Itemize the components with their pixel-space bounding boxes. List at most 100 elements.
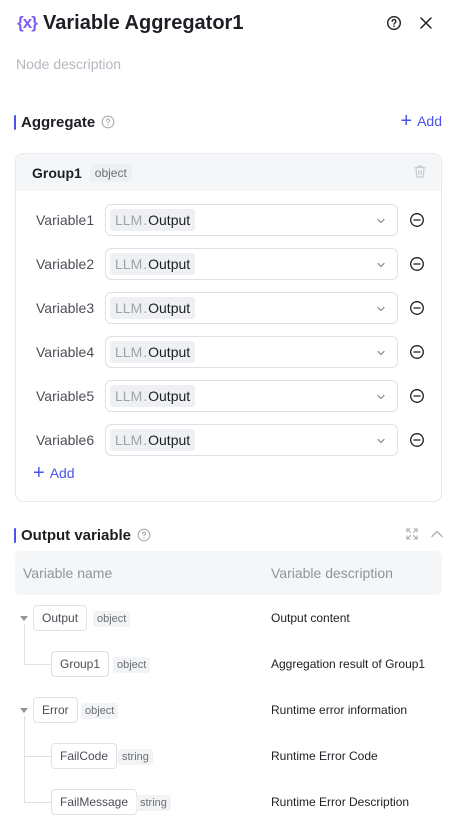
ref-separator: .: [143, 432, 148, 448]
tree-line: [24, 624, 25, 665]
info-icon[interactable]: [101, 115, 115, 129]
tree-line: [24, 802, 51, 803]
ref-separator: .: [143, 212, 148, 228]
add-variable-label: Add: [49, 465, 75, 481]
add-group-label: Add: [417, 113, 442, 129]
variable-label: Variable2: [36, 256, 95, 272]
variable-select[interactable]: LLM. Output: [105, 248, 398, 280]
variable-select[interactable]: LLM. Output: [105, 204, 398, 236]
output-var-name: Output: [33, 605, 88, 631]
column-header-name: Variable name: [23, 565, 113, 581]
chevron-down-icon: [375, 258, 387, 276]
plus-icon: +: [33, 462, 45, 484]
minus-circle-icon[interactable]: [409, 388, 425, 409]
ref-source: LLM: [115, 344, 143, 360]
minus-circle-icon[interactable]: [409, 432, 425, 453]
ref-output: Output: [148, 212, 191, 228]
caret-down-icon[interactable]: [20, 708, 28, 713]
aggregate-title: Aggregate: [21, 113, 96, 131]
variable-label: Variable6: [36, 432, 95, 448]
variable-row: Variable3 LLM. Output: [16, 292, 443, 324]
output-var-description: Aggregation result of Group1: [271, 657, 426, 671]
node-description-input[interactable]: Node description: [16, 56, 121, 72]
variable-label: Variable4: [36, 344, 95, 360]
variable-row: Variable4 LLM. Output: [16, 336, 443, 368]
ref-source: LLM: [115, 432, 143, 448]
variable-row: Variable6 LLM. Output: [16, 424, 443, 456]
tree-line: [24, 716, 25, 803]
output-var-name: Group1: [51, 651, 110, 677]
variable-ref-pill: LLM. Output: [110, 341, 196, 363]
variable-ref-pill: LLM. Output: [110, 209, 196, 231]
variable-ref-pill: LLM. Output: [110, 253, 196, 275]
node-title[interactable]: Variable Aggregator1: [43, 12, 243, 35]
add-variable-button[interactable]: + Add: [33, 463, 75, 483]
chevron-down-icon: [375, 346, 387, 364]
minus-circle-icon[interactable]: [409, 212, 425, 233]
trash-icon[interactable]: [413, 164, 427, 184]
output-var-name: Error: [33, 697, 78, 723]
output-section-header: Output variable: [14, 524, 151, 546]
output-table-header: Variable name Variable description: [15, 551, 442, 595]
minus-circle-icon[interactable]: [409, 256, 425, 277]
variable-ref-pill: LLM. Output: [110, 385, 196, 407]
output-var-description: Runtime Error Code: [271, 749, 378, 763]
ref-output: Output: [148, 256, 191, 272]
variable-ref-pill: LLM. Output: [110, 297, 196, 319]
ref-source: LLM: [115, 388, 143, 404]
minus-circle-icon[interactable]: [409, 344, 425, 365]
minus-circle-icon[interactable]: [409, 300, 425, 321]
column-header-description: Variable description: [271, 565, 393, 581]
ref-output: Output: [148, 344, 191, 360]
ref-source: LLM: [115, 300, 143, 316]
ref-separator: .: [143, 256, 148, 272]
variable-row: Variable5 LLM. Output: [16, 380, 443, 412]
info-icon[interactable]: [137, 528, 151, 542]
variable-label: Variable3: [36, 300, 95, 316]
output-var-type: string: [118, 749, 153, 765]
variable-select[interactable]: LLM. Output: [105, 424, 398, 456]
tree-line: [24, 756, 51, 757]
ref-source: LLM: [115, 256, 143, 272]
plus-icon: +: [400, 110, 413, 132]
group-card: Group1 object Variable1 LLM. Output Varia…: [15, 153, 442, 502]
variable-row: Variable2 LLM. Output: [16, 248, 443, 280]
chevron-down-icon: [375, 214, 387, 232]
output-var-type: object: [81, 703, 119, 719]
group-name[interactable]: Group1: [32, 165, 82, 181]
variable-label: Variable5: [36, 388, 95, 404]
help-icon[interactable]: [383, 12, 405, 34]
aggregate-section-header: Aggregate: [14, 111, 115, 133]
group-type-tag: object: [89, 163, 132, 182]
add-group-button[interactable]: + Add: [400, 111, 442, 131]
ref-output: Output: [148, 388, 191, 404]
output-title: Output variable: [21, 526, 132, 544]
chevron-down-icon: [375, 390, 387, 408]
variable-select[interactable]: LLM. Output: [105, 292, 398, 324]
ref-separator: .: [143, 388, 148, 404]
caret-down-icon[interactable]: [20, 616, 28, 621]
output-tools: [395, 526, 445, 542]
output-var-type: string: [136, 795, 171, 811]
output-var-description: Output content: [271, 611, 350, 625]
section-bar: [14, 527, 16, 543]
tree-line: [24, 664, 51, 665]
ref-output: Output: [148, 432, 191, 448]
output-var-type: object: [113, 657, 151, 673]
variable-select[interactable]: LLM. Output: [105, 380, 398, 412]
close-icon[interactable]: [415, 12, 437, 34]
output-var-description: Runtime error information: [271, 703, 408, 717]
output-var-type: object: [93, 611, 131, 627]
chevron-down-icon: [375, 302, 387, 320]
ref-source: LLM: [115, 212, 143, 228]
chevron-up-icon[interactable]: [429, 526, 445, 542]
node-header: {x} Variable Aggregator1: [14, 8, 441, 38]
ref-output: Output: [148, 300, 191, 316]
ref-separator: .: [143, 344, 148, 360]
variable-ref-pill: LLM. Output: [110, 429, 196, 451]
output-var-description: Runtime Error Description: [271, 795, 410, 809]
group-header: Group1 object: [16, 154, 441, 191]
variable-select[interactable]: LLM. Output: [105, 336, 398, 368]
expand-icon[interactable]: [405, 527, 419, 541]
variable-label: Variable1: [36, 212, 95, 228]
